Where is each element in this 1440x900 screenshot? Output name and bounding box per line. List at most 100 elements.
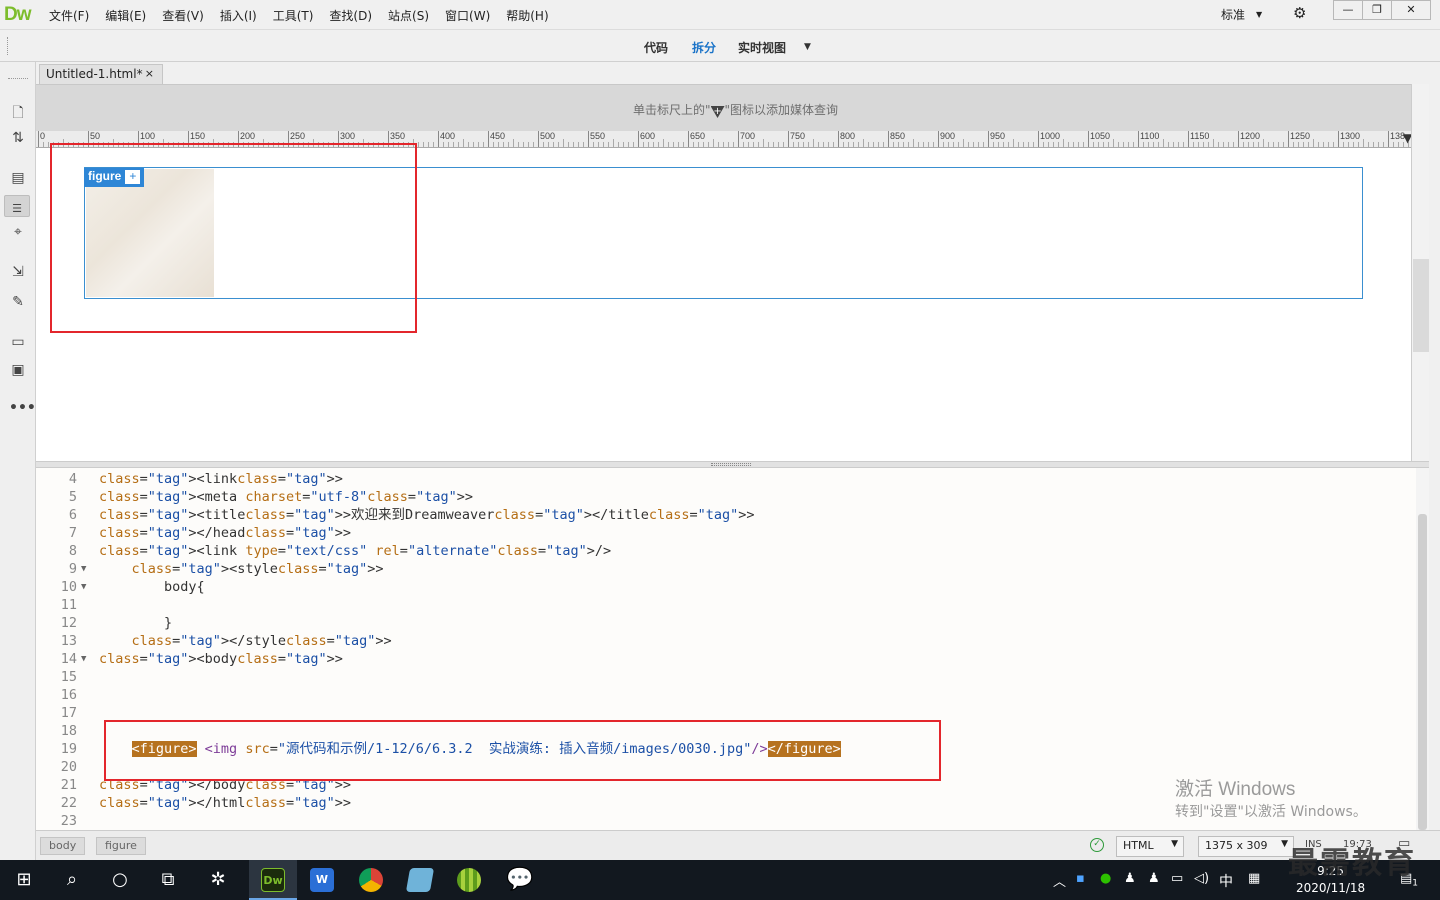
code-line[interactable]: 13 class="tag"></styleclass="tag">> bbox=[36, 632, 1406, 650]
code-line[interactable]: 6 class="tag"><titleclass="tag">>欢迎来到Drea… bbox=[36, 506, 1406, 524]
menu-insert[interactable]: 插入(I) bbox=[220, 7, 257, 24]
left-toolbar: 🗋 ⇅ ▤ ☰ ⌖ ⇲ ✎ ▭ ▣ ••• bbox=[0, 62, 36, 860]
close-button[interactable]: ✕ bbox=[1391, 0, 1431, 20]
inspect-icon[interactable]: ▤ bbox=[9, 170, 27, 186]
ruler-label: 150 bbox=[190, 131, 206, 141]
pinwheel-app-icon[interactable]: ✲ bbox=[194, 860, 242, 900]
ruler-label: 950 bbox=[990, 131, 1006, 141]
check-icon[interactable]: ✓ bbox=[1090, 838, 1104, 852]
chevron-up-icon[interactable]: ︿ bbox=[1053, 871, 1066, 890]
menu-site[interactable]: 站点(S) bbox=[388, 7, 429, 24]
line-number: 16 bbox=[60, 687, 77, 703]
breadcrumb-body[interactable]: body bbox=[40, 837, 86, 855]
chevron-down-icon[interactable]: ▼ bbox=[804, 42, 811, 52]
doc-type-select[interactable]: HTML ▼ bbox=[1116, 836, 1184, 857]
workspace-select[interactable]: 标准 bbox=[1221, 6, 1245, 23]
chrome-icon[interactable] bbox=[347, 860, 395, 900]
menu-window[interactable]: 窗口(W) bbox=[445, 7, 490, 24]
wps-app-icon[interactable]: W bbox=[298, 860, 346, 900]
ruler-label: 1300 bbox=[1340, 131, 1361, 141]
media-query-bar[interactable]: 单击标尺上的" + "图标以添加媒体查询 bbox=[36, 84, 1411, 131]
highlight-box-design bbox=[50, 143, 417, 333]
line-number: 10 bbox=[60, 579, 77, 595]
media-query-hint-prefix: 单击标尺上的" bbox=[633, 103, 711, 117]
code-view-button[interactable]: 代码 bbox=[644, 39, 668, 56]
activate-windows-title: 激活 Windows bbox=[1175, 779, 1296, 800]
code-line[interactable]: 4 class="tag"><linkclass="tag">> bbox=[36, 470, 1406, 488]
code-hint-icon[interactable]: ▣ bbox=[9, 362, 27, 378]
notepad-app-icon[interactable] bbox=[396, 860, 444, 900]
ruler-minor-tick bbox=[913, 139, 914, 147]
keyboard-grid-icon[interactable]: ▦ bbox=[1248, 871, 1260, 886]
close-icon[interactable]: × bbox=[145, 67, 154, 80]
ruler-minor-tick bbox=[1113, 139, 1114, 147]
fold-toggle-icon[interactable]: ▼ bbox=[81, 560, 86, 578]
ruler-label: 800 bbox=[840, 131, 856, 141]
ruler-label: 650 bbox=[690, 131, 706, 141]
task-view-icon[interactable]: ⧉ bbox=[144, 860, 192, 900]
menu-view[interactable]: 查看(V) bbox=[162, 7, 204, 24]
line-number: 12 bbox=[60, 615, 77, 631]
code-line[interactable]: 5 class="tag"><meta charset="utf-8"class=… bbox=[36, 488, 1406, 506]
cortana-icon[interactable]: ○ bbox=[96, 860, 144, 900]
menu-help[interactable]: 帮助(H) bbox=[506, 7, 548, 24]
qq-tray-icon[interactable]: ♟ bbox=[1124, 871, 1136, 886]
ime-indicator[interactable]: 中 bbox=[1219, 871, 1233, 891]
line-number: 19 bbox=[60, 741, 77, 757]
windows-start-icon[interactable]: ⊞ bbox=[0, 860, 48, 900]
ruler-label: 250 bbox=[290, 131, 306, 141]
menu-tools[interactable]: 工具(T) bbox=[273, 7, 314, 24]
wechat-tray-icon[interactable]: ● bbox=[1100, 871, 1111, 886]
menu-edit[interactable]: 编辑(E) bbox=[105, 7, 146, 24]
network-icon[interactable]: ▭ bbox=[1171, 871, 1183, 886]
sync-settings-icon[interactable]: ⚙ bbox=[1293, 4, 1306, 22]
restore-button[interactable]: ❐ bbox=[1362, 0, 1392, 20]
volume-icon[interactable]: ◁) bbox=[1194, 871, 1209, 886]
dreamweaver-taskbar-icon[interactable]: Dw bbox=[249, 860, 297, 900]
scrollbar-thumb[interactable] bbox=[1418, 514, 1427, 830]
design-scrollbar[interactable] bbox=[1411, 84, 1429, 461]
sort-icon[interactable]: ⇅ bbox=[9, 130, 27, 146]
comment-icon[interactable]: ▭ bbox=[9, 334, 27, 350]
chat-tray-icon[interactable]: ▪ bbox=[1076, 871, 1085, 886]
code-line[interactable]: 14 ▼ class="tag"><bodyclass="tag">> bbox=[36, 650, 1406, 668]
line-number: 11 bbox=[60, 597, 77, 613]
code-line[interactable]: 9 ▼ class="tag"><styleclass="tag">> bbox=[36, 560, 1406, 578]
fold-toggle-icon[interactable]: ▼ bbox=[81, 650, 86, 668]
more-icon[interactable]: ••• bbox=[9, 400, 36, 416]
document-tab[interactable]: Untitled-1.html* × bbox=[39, 64, 163, 85]
line-number: 23 bbox=[60, 813, 77, 829]
document-tab-title: Untitled-1.html* bbox=[46, 67, 143, 81]
ruler-label: 450 bbox=[490, 131, 506, 141]
window-size-select[interactable]: 1375 x 309 ▼ bbox=[1198, 836, 1294, 857]
code-line[interactable]: 12 } bbox=[36, 614, 1406, 632]
split-icon[interactable]: ⇲ bbox=[9, 264, 27, 280]
fold-toggle-icon[interactable]: ▼ bbox=[81, 578, 86, 596]
ruler-minor-tick bbox=[663, 139, 664, 147]
split-view-button[interactable]: 拆分 bbox=[692, 39, 716, 56]
minimize-button[interactable]: — bbox=[1333, 0, 1363, 20]
split-divider[interactable] bbox=[36, 461, 1429, 468]
live-view-button[interactable]: 实时视图 bbox=[738, 39, 786, 56]
new-file-icon[interactable]: 🗋 bbox=[9, 102, 27, 126]
breadcrumb-figure[interactable]: figure bbox=[96, 837, 146, 855]
brush-icon[interactable]: ✎ bbox=[9, 294, 27, 310]
target-icon[interactable]: ⌖ bbox=[9, 224, 27, 240]
ruler-minor-tick bbox=[1313, 139, 1314, 147]
format-source-icon[interactable]: ☰ bbox=[4, 195, 30, 217]
code-line[interactable]: 16 bbox=[36, 686, 1406, 704]
code-line[interactable]: 7 class="tag"></headclass="tag">> bbox=[36, 524, 1406, 542]
qq-tray-icon-2[interactable]: ♟ bbox=[1148, 871, 1160, 886]
code-line[interactable]: 11 bbox=[36, 596, 1406, 614]
search-icon[interactable]: ⌕ bbox=[48, 860, 96, 900]
code-scrollbar[interactable] bbox=[1416, 468, 1429, 830]
menu-find[interactable]: 查找(D) bbox=[329, 7, 372, 24]
melon-app-icon[interactable] bbox=[445, 860, 493, 900]
scrollbar-thumb[interactable] bbox=[1413, 259, 1429, 352]
code-line[interactable]: 15 bbox=[36, 668, 1406, 686]
code-line[interactable]: 10 ▼ body{ bbox=[36, 578, 1406, 596]
code-line[interactable]: 8 class="tag"><link type="text/css" rel="… bbox=[36, 542, 1406, 560]
ruler-minor-tick bbox=[1213, 139, 1214, 147]
wechat-icon[interactable]: 💬 bbox=[494, 860, 542, 900]
menu-file[interactable]: 文件(F) bbox=[49, 7, 89, 24]
